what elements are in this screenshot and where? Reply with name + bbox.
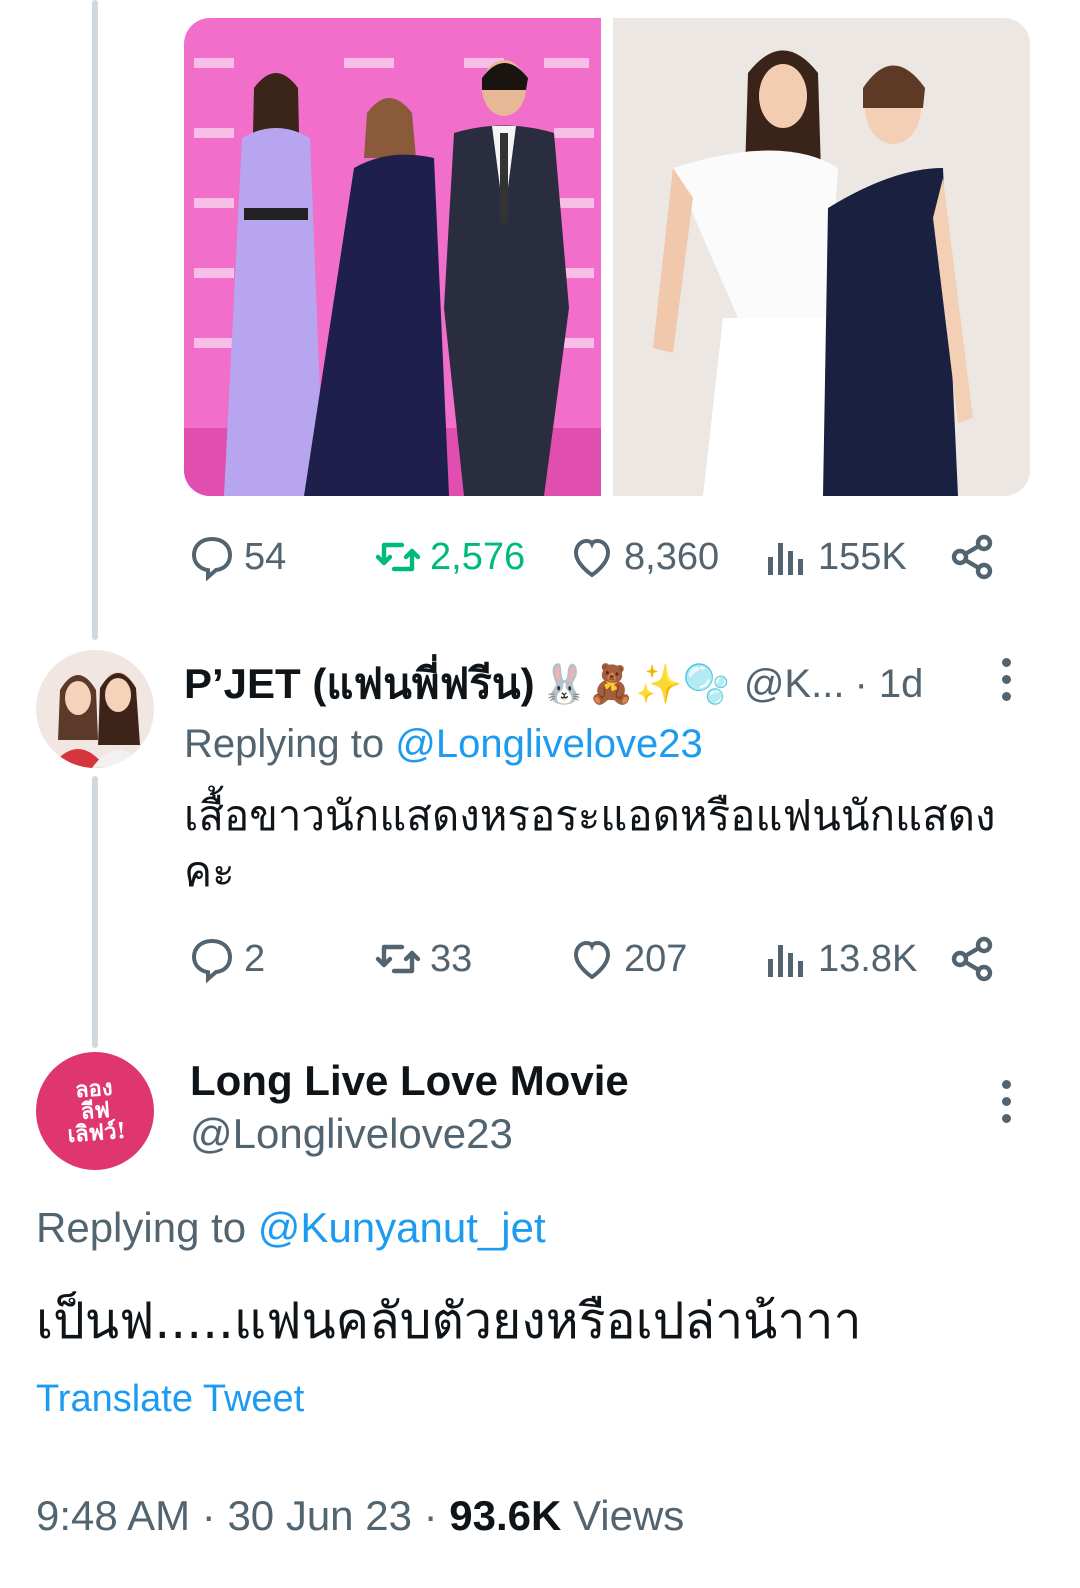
replying-mention[interactable]: @Longlivelove23 bbox=[395, 722, 702, 766]
views-total: 93.6K bbox=[449, 1492, 562, 1539]
tweet-time[interactable]: · 1d bbox=[854, 662, 923, 707]
retweet-action[interactable]: 2,576 bbox=[374, 532, 525, 582]
like-count: 8,360 bbox=[624, 535, 720, 578]
reply-count: 2 bbox=[244, 937, 266, 980]
reply-count: 54 bbox=[244, 535, 287, 578]
views-icon bbox=[768, 543, 803, 575]
name-emojis: 🐰🧸✨🫧 bbox=[540, 661, 730, 706]
views-action[interactable]: 13.8K bbox=[762, 934, 917, 984]
focused-header: Long Live Love Movie bbox=[190, 1054, 629, 1108]
replying-prefix: Replying to bbox=[36, 1204, 247, 1251]
tweet-time[interactable]: 9:48 AM bbox=[36, 1492, 190, 1539]
meta-separator: · bbox=[423, 1492, 450, 1539]
replying-to-line: Replying to @Kunyanut_jet bbox=[36, 1204, 546, 1252]
retweet-action[interactable]: 33 bbox=[374, 934, 472, 984]
views-action[interactable]: 155K bbox=[762, 532, 907, 582]
avatar-longlivelove[interactable]: ลอง ลีฟ เลิฟว์! bbox=[36, 1052, 154, 1170]
heart-icon bbox=[573, 940, 611, 980]
tweet-meta: 9:48 AM · 30 Jun 23 · 93.6K Views bbox=[36, 1492, 684, 1540]
views-count: 13.8K bbox=[818, 937, 918, 980]
replying-to-line: Replying to @Longlivelove23 bbox=[184, 722, 703, 767]
views-count: 155K bbox=[818, 535, 907, 578]
display-name[interactable]: P’JET (แฟนพี่ฟรีน) bbox=[184, 651, 535, 717]
like-action[interactable]: 8,360 bbox=[568, 532, 719, 582]
tweet-actions: 54 2,576 8,360 155K bbox=[184, 532, 1004, 582]
replying-prefix: Replying to bbox=[184, 722, 385, 766]
tweet-media[interactable] bbox=[184, 18, 1030, 496]
thread-line-middle bbox=[92, 776, 98, 1048]
thread-line-top bbox=[92, 0, 98, 640]
heart-icon bbox=[573, 538, 611, 578]
reply-action[interactable]: 2 bbox=[188, 934, 265, 984]
views-icon bbox=[768, 945, 803, 977]
share-icon bbox=[951, 936, 993, 982]
focused-tweet-text: เป็นฟ.....แฟนคลับตัวยงหรือเปล่าน้าาา bbox=[36, 1292, 862, 1350]
retweet-count: 2,576 bbox=[430, 535, 526, 578]
reply-icon bbox=[191, 536, 233, 581]
reply-actions: 2 33 207 13.8K bbox=[184, 934, 1004, 984]
views-label: Views bbox=[573, 1492, 685, 1539]
like-count: 207 bbox=[624, 937, 688, 980]
display-name[interactable]: Long Live Love Movie bbox=[190, 1057, 629, 1105]
replying-mention[interactable]: @Kunyanut_jet bbox=[258, 1204, 546, 1251]
avatar-logo-text: ลอง ลีฟ เลิฟว์! bbox=[66, 1074, 127, 1148]
user-handle[interactable]: @K... bbox=[744, 662, 845, 707]
user-handle[interactable]: @Longlivelove23 bbox=[190, 1110, 513, 1158]
avatar-pjet[interactable] bbox=[36, 650, 154, 768]
retweet-icon bbox=[375, 944, 421, 974]
share-icon bbox=[951, 534, 993, 580]
reply-text: เสื้อขาวนักแสดงหรอระแอดหรือแฟนนักแสดงคะ bbox=[184, 791, 996, 896]
photo-premiere[interactable] bbox=[184, 18, 601, 496]
retweet-count: 33 bbox=[430, 937, 473, 980]
reply-icon bbox=[191, 938, 233, 983]
photo-two-women[interactable] bbox=[613, 18, 1030, 496]
tweet-date[interactable]: 30 Jun 23 bbox=[227, 1492, 412, 1539]
retweet-icon bbox=[375, 542, 421, 572]
share-action[interactable] bbox=[948, 934, 996, 984]
reply-header: P’JET (แฟนพี่ฟรีน) 🐰🧸✨🫧 @K... · 1d bbox=[184, 656, 923, 712]
more-options-icon[interactable] bbox=[1000, 658, 1012, 701]
like-action[interactable]: 207 bbox=[568, 934, 687, 984]
more-options-icon[interactable] bbox=[1000, 1080, 1012, 1123]
reply-action[interactable]: 54 bbox=[188, 532, 286, 582]
translate-tweet-link[interactable]: Translate Tweet bbox=[36, 1378, 304, 1421]
meta-separator: · bbox=[201, 1492, 228, 1539]
share-action[interactable] bbox=[948, 532, 996, 582]
